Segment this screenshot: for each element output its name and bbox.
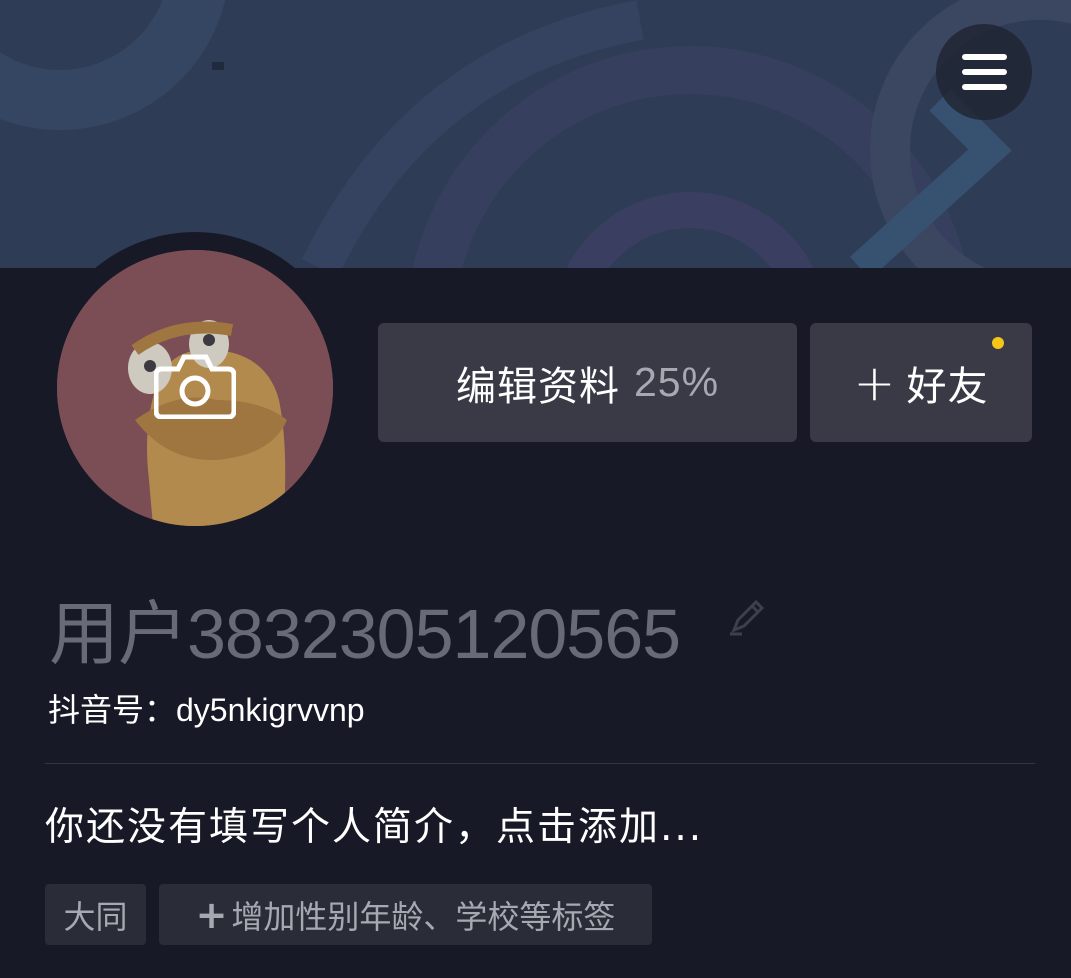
city-tag-label: 大同: [63, 897, 128, 936]
notification-dot: [992, 337, 1004, 349]
bio-placeholder[interactable]: 你还没有填写个人简介，点击添加...: [45, 796, 703, 852]
hamburger-menu-icon-bar: [961, 84, 1007, 90]
city-tag[interactable]: 大同: [45, 884, 146, 945]
profile-page: 编辑资料 25% + 好友 用户3832305120565 抖音号：dy5nki…: [0, 0, 1071, 978]
pencil-icon[interactable]: [728, 596, 764, 636]
add-tags-button[interactable]: + 增加性别年龄、学校等标签: [159, 884, 652, 945]
username[interactable]: 用户3832305120565: [49, 578, 681, 679]
menu-button[interactable]: [936, 24, 1032, 120]
plus-icon: +: [853, 353, 897, 412]
banner-pattern: [0, 0, 1071, 268]
hamburger-menu-icon-bar: [961, 69, 1007, 75]
divider: [45, 763, 1035, 764]
camera-icon[interactable]: [154, 351, 236, 419]
edit-profile-button[interactable]: 编辑资料 25%: [378, 323, 797, 442]
edit-profile-label: 编辑资料: [455, 363, 620, 410]
profile-completion-percent: 25%: [633, 359, 720, 405]
add-friend-label: 好友: [906, 363, 989, 410]
plus-icon: +: [195, 892, 228, 937]
profile-banner[interactable]: [0, 0, 1071, 268]
hamburger-menu-icon: [961, 54, 1007, 60]
douyin-id[interactable]: 抖音号：dy5nkigrvvnp: [48, 685, 365, 731]
add-tags-label: 增加性别年龄、学校等标签: [231, 897, 616, 936]
